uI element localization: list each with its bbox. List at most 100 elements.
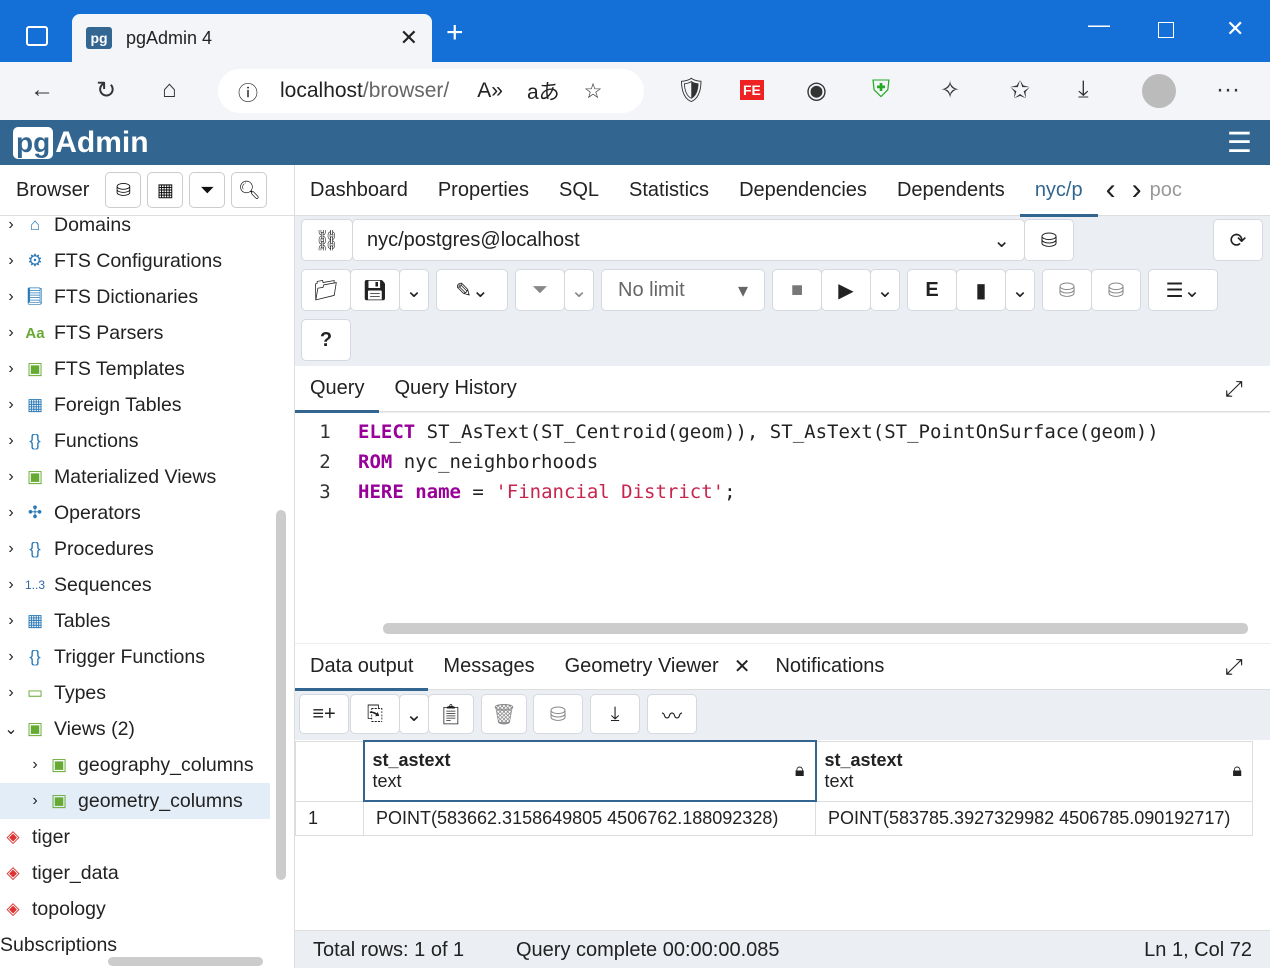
execute-button[interactable]: ▶ xyxy=(821,269,871,311)
tab-geometry-viewer[interactable]: Geometry Viewer xyxy=(550,655,734,678)
extension-icon[interactable]: 🛡 xyxy=(676,76,706,105)
execute-options-button[interactable]: ⌄ xyxy=(870,269,900,311)
tree-item[interactable]: › ▣ Materialized Views xyxy=(0,459,270,495)
favorites-icon[interactable]: ✩ xyxy=(1010,76,1030,105)
browser-tab[interactable]: pg pgAdmin 4 ✕ xyxy=(72,14,432,62)
tab-actions-icon[interactable] xyxy=(26,26,48,46)
tree-item[interactable]: › ▦ Tables xyxy=(0,603,270,639)
tree-item[interactable]: › ▣ geometry_columns xyxy=(0,783,270,819)
chevron-icon[interactable]: › xyxy=(0,468,22,486)
column-header[interactable]: st_astext text 🔒︎ xyxy=(362,740,817,802)
extensions-icon[interactable]: ✧ xyxy=(940,76,960,105)
minimize-icon[interactable]: — xyxy=(1088,12,1110,38)
view-data-button[interactable]: ▦ xyxy=(147,172,184,208)
menu-icon[interactable]: ☰ xyxy=(1227,126,1252,159)
chevron-icon[interactable]: › xyxy=(0,288,22,306)
download-csv-button[interactable]: ⤓ xyxy=(590,694,640,734)
tab-scroll-right-icon[interactable]: › xyxy=(1124,173,1150,207)
graph-visualiser-button[interactable]: 〰 xyxy=(647,694,697,734)
tree-item[interactable]: ⌄ ▣ Views (2) xyxy=(0,711,270,747)
open-file-button[interactable]: 📁︎ xyxy=(301,269,351,311)
tab-dependents[interactable]: Dependents xyxy=(882,179,1020,202)
explain-analyze-button[interactable]: ▮ xyxy=(956,269,1006,311)
tab-sql[interactable]: SQL xyxy=(544,179,614,202)
close-window-icon[interactable]: ✕ xyxy=(1226,16,1244,42)
add-row-button[interactable]: ≡+ xyxy=(299,694,349,734)
edit-button[interactable]: ✎⌄ xyxy=(436,269,508,311)
tab-overflow[interactable]: poc xyxy=(1150,179,1182,202)
chevron-icon[interactable]: › xyxy=(0,324,22,342)
explain-options-button[interactable]: ⌄ xyxy=(1005,269,1035,311)
tab-dashboard[interactable]: Dashboard xyxy=(295,179,423,202)
tree-item[interactable]: › ⌂ Domains xyxy=(0,207,270,243)
connection-status-icon[interactable]: ⛓ xyxy=(301,219,353,261)
profile-avatar[interactable] xyxy=(1142,74,1176,108)
tree-item[interactable]: › 1..3 Sequences xyxy=(0,567,270,603)
macros-button[interactable]: ☰⌄ xyxy=(1148,269,1218,311)
rollback-button[interactable]: ⛁ xyxy=(1091,269,1141,311)
sql-editor[interactable]: 1 ELECT ST_AsText(ST_Centroid(geom)), ST… xyxy=(295,413,1270,643)
search-objects-button[interactable]: 🔍︎ xyxy=(231,172,268,208)
tab-notifications[interactable]: Notifications xyxy=(760,655,899,678)
copy-options-button[interactable]: ⌄ xyxy=(399,694,429,734)
copy-button[interactable]: ⎘ xyxy=(350,694,400,734)
chevron-icon[interactable]: ⌄ xyxy=(0,719,22,739)
tree-item[interactable]: ◈ topology xyxy=(0,891,270,927)
read-aloud-icon[interactable]: A» xyxy=(477,79,503,103)
column-header[interactable]: st_astext text 🔒︎ xyxy=(815,740,1253,802)
tab-messages[interactable]: Messages xyxy=(428,655,549,678)
chevron-icon[interactable]: › xyxy=(0,360,22,378)
tree-item[interactable]: › ▣ geography_columns xyxy=(0,747,270,783)
tab-query[interactable]: Query xyxy=(295,377,380,413)
tab-query-history[interactable]: Query History xyxy=(379,377,531,400)
refresh-icon[interactable]: ↻ xyxy=(96,76,116,105)
limit-select[interactable]: No limit ▾ xyxy=(601,269,765,311)
tree-item[interactable]: › 📘︎ FTS Dictionaries xyxy=(0,279,270,315)
cell[interactable]: POINT(583662.3158649805 4506762.18809232… xyxy=(363,800,816,836)
tree-item[interactable]: › ▭ Types xyxy=(0,675,270,711)
chevron-icon[interactable]: › xyxy=(0,684,22,702)
tab-nyc-p[interactable]: nyc/p xyxy=(1019,179,1098,217)
new-tab-button[interactable]: + xyxy=(446,16,464,50)
tab-statistics[interactable]: Statistics xyxy=(614,179,724,202)
cell[interactable]: POINT(583785.3927329982 4506785.09019271… xyxy=(815,800,1253,836)
chevron-icon[interactable]: › xyxy=(0,216,22,234)
download-icon[interactable]: ⤓ xyxy=(1078,76,1089,104)
table-row[interactable]: 1 POINT(583662.3158649805 4506762.188092… xyxy=(295,800,1253,836)
tree-item[interactable]: ◈ tiger_data xyxy=(0,855,270,891)
chevron-icon[interactable]: › xyxy=(0,504,22,522)
more-icon[interactable]: ··· xyxy=(1216,76,1240,104)
url-input[interactable]: ⓘ localhost/browser/ A» aあ ☆ xyxy=(218,69,644,113)
filter-button[interactable]: ⏷ xyxy=(515,269,565,311)
close-tab-icon[interactable]: ✕ xyxy=(734,654,761,679)
home-icon[interactable]: ⌂ xyxy=(162,76,177,104)
paste-button[interactable]: 📋︎ xyxy=(428,694,474,734)
tab-properties[interactable]: Properties xyxy=(423,179,544,202)
connection-select[interactable]: nyc/postgres@localhost ⌄ xyxy=(352,219,1025,261)
tree-item[interactable]: › ▣ FTS Templates xyxy=(0,351,270,387)
chevron-icon[interactable]: › xyxy=(24,792,46,810)
new-connection-button[interactable]: ⛁ xyxy=(1024,219,1074,261)
save-options-button[interactable]: ⌄ xyxy=(399,269,429,311)
reset-layout-button[interactable]: ⟳ xyxy=(1213,219,1263,261)
tab-dependencies[interactable]: Dependencies xyxy=(724,179,882,202)
tree-item[interactable]: › Aa FTS Parsers xyxy=(0,315,270,351)
tree-item[interactable]: › ▦ Foreign Tables xyxy=(0,387,270,423)
help-button[interactable]: ? xyxy=(301,319,351,361)
stop-button[interactable]: ■ xyxy=(772,269,822,311)
translate-icon[interactable]: aあ xyxy=(527,76,560,106)
query-tool-button[interactable]: ⛁ xyxy=(105,172,142,208)
tree-item[interactable]: › ⚙ FTS Configurations xyxy=(0,243,270,279)
tree-item[interactable]: › {} Trigger Functions xyxy=(0,639,270,675)
favorite-add-icon[interactable]: ☆ xyxy=(584,79,603,104)
editor-hscrollbar[interactable] xyxy=(383,623,1248,634)
chevron-icon[interactable]: › xyxy=(0,648,22,666)
tree-hscrollbar[interactable] xyxy=(108,957,263,966)
maximize-icon[interactable] xyxy=(1158,22,1174,38)
chevron-icon[interactable]: › xyxy=(0,612,22,630)
tab-data-output[interactable]: Data output xyxy=(295,655,429,691)
owl-extension-icon[interactable]: ◉ xyxy=(806,76,827,105)
fe-extension-icon[interactable]: FE xyxy=(740,80,764,100)
commit-button[interactable]: ⛁ xyxy=(1042,269,1092,311)
chevron-icon[interactable]: › xyxy=(0,540,22,558)
